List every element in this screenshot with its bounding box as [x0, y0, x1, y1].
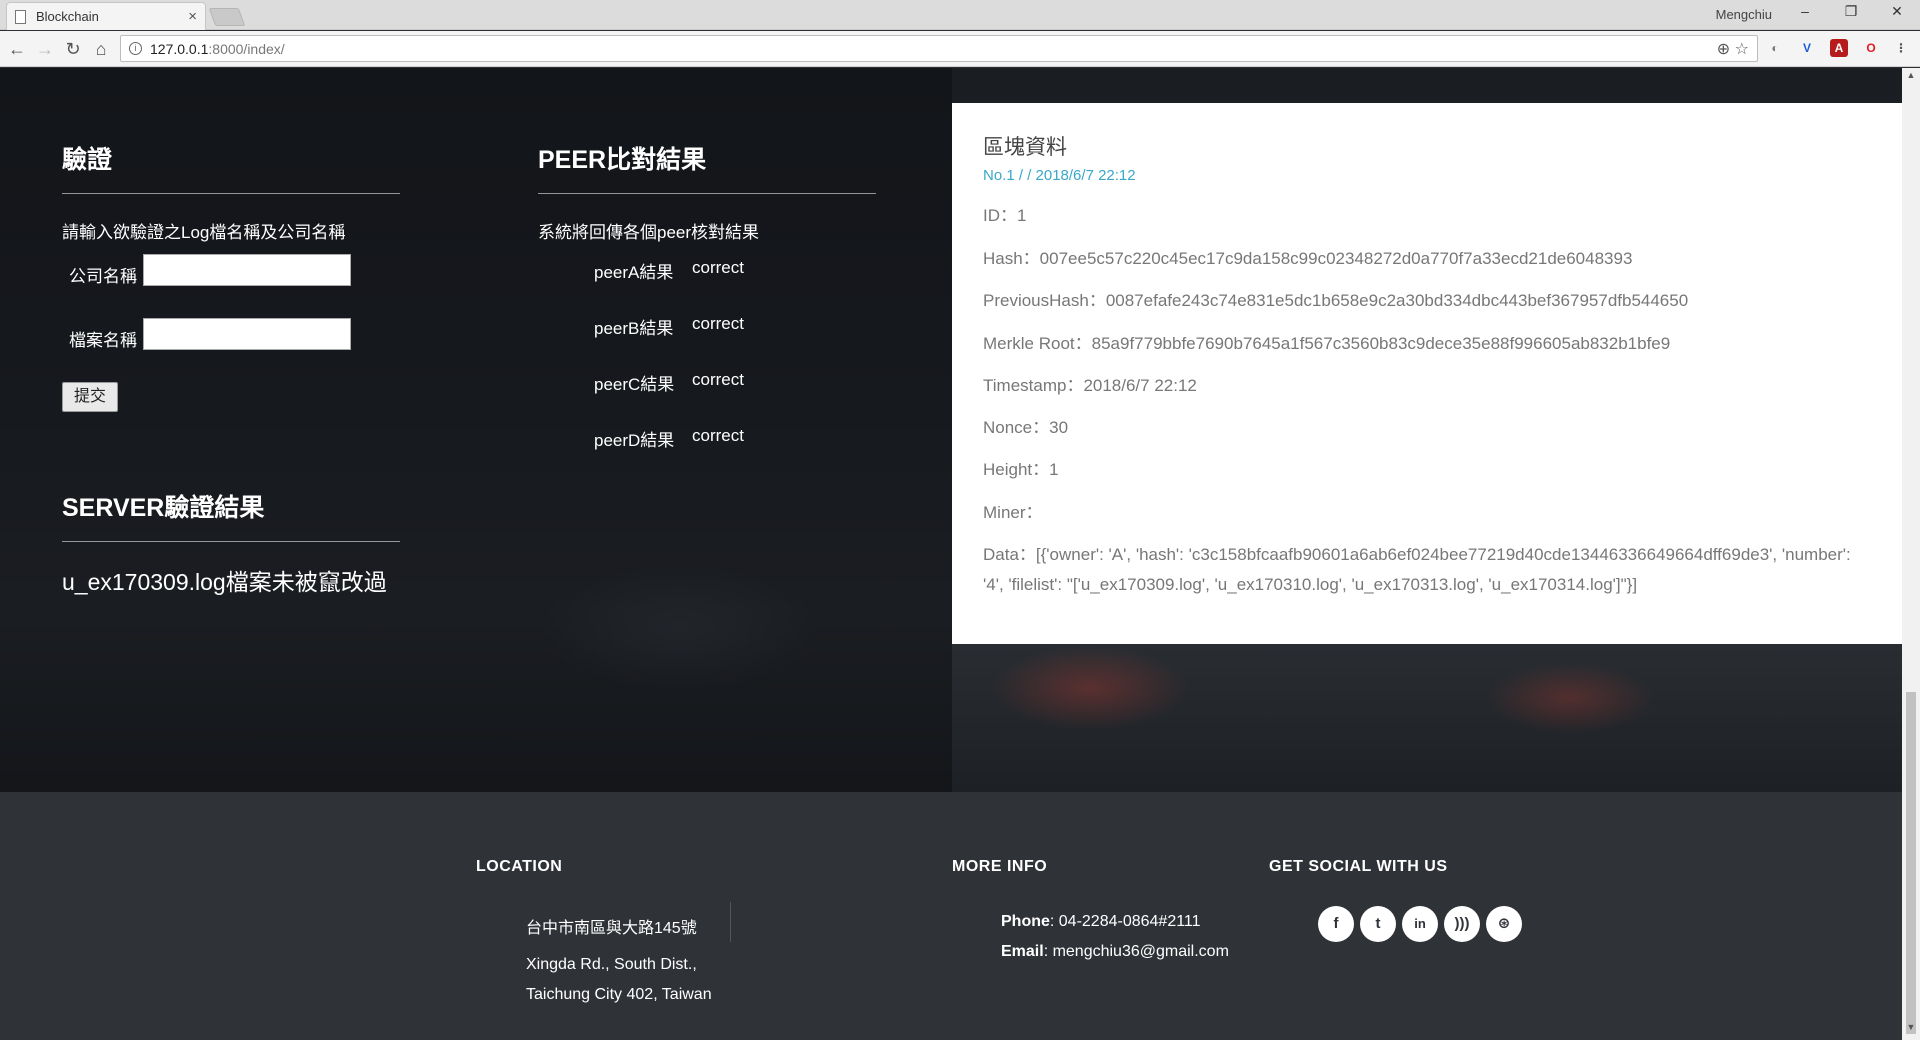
- address-en-line2: Taichung City 402, Taiwan: [526, 986, 712, 1003]
- peer-name: peerC結果: [594, 375, 675, 394]
- block-nonce: Nonce：30: [983, 418, 1069, 437]
- info-icon[interactable]: i: [129, 42, 142, 55]
- peer-description: 系統將回傳各個peer核對結果: [538, 223, 760, 242]
- url-host: 127.0.0.1: [150, 40, 209, 57]
- server-divider: [62, 541, 400, 542]
- home-icon[interactable]: ⌂: [90, 38, 112, 60]
- more-info-title: MORE INFO: [952, 858, 1048, 875]
- file-input[interactable]: [143, 318, 351, 350]
- file-label: 檔案名稱: [69, 331, 137, 350]
- pdf-extension-icon[interactable]: A: [1830, 39, 1848, 57]
- dribbble-icon[interactable]: ⊛: [1486, 906, 1522, 942]
- peer-name: peerA結果: [594, 263, 674, 282]
- peer-result-row: peerC結果 correct: [594, 370, 744, 395]
- rss-icon[interactable]: ))): [1444, 906, 1480, 942]
- site-footer: LOCATION 台中市南區與大路145號 Xingda Rd., South …: [0, 792, 1902, 1040]
- scrollbar-thumb[interactable]: [1906, 692, 1916, 1034]
- address-divider: [730, 902, 731, 942]
- url-path: :8000/index/: [208, 40, 285, 57]
- peer-result-row: peerD結果 correct: [594, 426, 744, 451]
- submit-button[interactable]: 提交: [62, 382, 118, 412]
- linkedin-icon[interactable]: in: [1402, 906, 1438, 942]
- block-data: Data：[{'owner': 'A', 'hash': 'c3c158bfca…: [983, 545, 1851, 594]
- phone-label: Phone: [1001, 913, 1050, 930]
- browser-tab-bar: Blockchain × Mengchiu – ❐ ✕: [0, 0, 1920, 30]
- forward-icon[interactable]: →: [34, 38, 56, 60]
- close-window-icon[interactable]: ✕: [1874, 3, 1920, 20]
- block-height: Height：1: [983, 460, 1059, 479]
- verify-instruction: 請輸入欲驗證之Log檔名稱及公司名稱: [62, 223, 346, 242]
- server-result-text: u_ex170309.log檔案未被竄改過: [62, 569, 387, 595]
- restore-icon[interactable]: ❐: [1828, 3, 1874, 20]
- scroll-down-icon[interactable]: ▼: [1902, 1022, 1920, 1038]
- company-input[interactable]: [143, 254, 351, 286]
- peer-divider: [538, 193, 876, 194]
- peer-name: peerD結果: [594, 431, 675, 450]
- tab-title: Blockchain: [36, 9, 99, 24]
- email-label: Email: [1001, 943, 1044, 960]
- social-title: GET SOCIAL WITH US: [1269, 858, 1448, 875]
- address-zh: 台中市南區與大路145號: [526, 920, 697, 937]
- peer-result-row: peerA結果 correct: [594, 258, 744, 283]
- phone-line: Phone: 04-2284-0864#2111: [1001, 913, 1201, 931]
- hero-overlay: [0, 68, 952, 792]
- block-id: ID：1: [983, 206, 1027, 225]
- verify-divider: [62, 193, 400, 194]
- block-timestamp: Timestamp：2018/6/7 22:12: [983, 376, 1197, 395]
- address-bar[interactable]: i 127.0.0.1 :8000/index/ ⊕ ☆: [120, 35, 1758, 62]
- block-meta: No.1 / / 2018/6/7 22:12: [983, 167, 1136, 184]
- server-result-title: SERVER驗證結果: [62, 494, 265, 522]
- tab-close-icon[interactable]: ×: [188, 8, 197, 25]
- reload-icon[interactable]: ↻: [62, 38, 84, 60]
- email-value[interactable]: : mengchiu36@gmail.com: [1044, 943, 1229, 960]
- email-line: Email: mengchiu36@gmail.com: [1001, 943, 1229, 961]
- twitter-icon[interactable]: t: [1360, 906, 1396, 942]
- opera-extension-icon[interactable]: O: [1862, 39, 1880, 57]
- extension-icon[interactable]: ◐: [1766, 39, 1784, 57]
- peer-value: correct: [692, 258, 744, 277]
- location-title: LOCATION: [476, 858, 563, 875]
- peer-result-row: peerB結果 correct: [594, 314, 744, 339]
- peer-name: peerB結果: [594, 319, 674, 338]
- page-icon: [15, 9, 26, 24]
- block-miner: Miner：: [983, 503, 1043, 522]
- page-scrollbar[interactable]: ▲ ▼: [1902, 68, 1920, 1040]
- menu-icon[interactable]: ⋮: [1892, 39, 1910, 57]
- facebook-icon[interactable]: f: [1318, 906, 1354, 942]
- company-label: 公司名稱: [69, 267, 137, 286]
- peer-value: correct: [692, 314, 744, 333]
- scroll-up-icon[interactable]: ▲: [1902, 70, 1920, 86]
- phone-value: : 04-2284-0864#2111: [1049, 913, 1201, 930]
- peer-value: correct: [692, 426, 744, 445]
- minimize-icon[interactable]: –: [1782, 3, 1828, 19]
- block-hash: Hash：007ee5c57c220c45ec17c9da158c99c0234…: [983, 249, 1633, 268]
- extension-v-icon[interactable]: V: [1798, 39, 1816, 57]
- verify-title: 驗證: [62, 146, 113, 174]
- zoom-icon[interactable]: ⊕ ☆: [1717, 39, 1749, 59]
- block-merkle-root: Merkle Root：85a9f779bbfe7690b7645a1f567c…: [983, 334, 1671, 353]
- browser-tab[interactable]: Blockchain ×: [6, 2, 206, 30]
- browser-toolbar: ← → ↻ ⌂ i 127.0.0.1 :8000/index/ ⊕ ☆: [0, 31, 1920, 67]
- address-en-line1: Xingda Rd., South Dist.,: [526, 956, 697, 973]
- block-title: 區塊資料: [983, 136, 1067, 159]
- block-card: 區塊資料 No.1 / / 2018/6/7 22:12 ID：1 Hash：0…: [952, 103, 1902, 644]
- profile-name[interactable]: Mengchiu: [1716, 7, 1772, 22]
- new-tab-button[interactable]: [208, 8, 246, 26]
- block-previous-hash: PreviousHash：0087efafe243c74e831e5dc1b65…: [983, 291, 1689, 310]
- back-icon[interactable]: ←: [6, 38, 28, 60]
- hero-section: 驗證 請輸入欲驗證之Log檔名稱及公司名稱 公司名稱 檔案名稱 提交 SERVE…: [0, 68, 1902, 792]
- peer-title: PEER比對結果: [538, 146, 707, 174]
- peer-value: correct: [692, 370, 744, 389]
- page-content: 驗證 請輸入欲驗證之Log檔名稱及公司名稱 公司名稱 檔案名稱 提交 SERVE…: [0, 68, 1902, 1040]
